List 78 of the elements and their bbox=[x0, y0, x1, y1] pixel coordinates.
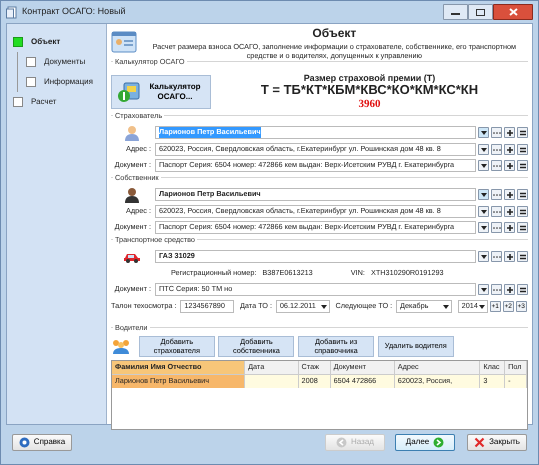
close-button[interactable] bbox=[493, 4, 533, 20]
close-icon bbox=[508, 8, 518, 16]
list-icon bbox=[518, 224, 526, 232]
add-button[interactable] bbox=[504, 144, 515, 156]
plus-icon bbox=[506, 162, 514, 170]
list-button[interactable] bbox=[517, 284, 528, 296]
list-button[interactable] bbox=[517, 251, 528, 262]
list-icon bbox=[518, 128, 526, 137]
calculator-button[interactable]: Калькулятор ОСАГО... bbox=[111, 74, 211, 109]
add-button[interactable] bbox=[504, 127, 515, 138]
more-button[interactable] bbox=[491, 222, 502, 234]
plus-icon bbox=[506, 146, 514, 154]
list-button[interactable] bbox=[517, 160, 528, 172]
person-icon bbox=[124, 124, 140, 141]
dropdown-button[interactable] bbox=[478, 160, 489, 172]
add-button[interactable] bbox=[504, 222, 515, 234]
add-button[interactable] bbox=[504, 160, 515, 172]
caret-icon bbox=[442, 302, 450, 311]
more-button[interactable] bbox=[491, 206, 502, 218]
document-icon bbox=[6, 6, 18, 18]
premium-value: 3960 bbox=[358, 98, 382, 111]
list-icon bbox=[518, 190, 526, 199]
caret-icon bbox=[480, 252, 488, 261]
plus-icon bbox=[506, 128, 514, 137]
list-icon bbox=[518, 146, 526, 154]
page-title: Объект bbox=[311, 25, 358, 42]
help-icon bbox=[18, 436, 30, 448]
dropdown-button[interactable] bbox=[478, 284, 489, 296]
help-button[interactable]: Справка bbox=[12, 434, 72, 450]
list-button[interactable] bbox=[517, 222, 528, 234]
plus-icon bbox=[506, 190, 514, 199]
premium-title: Размер страховой премии (Т) bbox=[302, 72, 436, 84]
caret-icon bbox=[320, 302, 328, 311]
back-button: Назад bbox=[325, 434, 385, 450]
maximize-icon bbox=[476, 8, 485, 16]
step-label[interactable]: Объект bbox=[31, 36, 60, 48]
plus-icon bbox=[506, 252, 514, 261]
add-button[interactable] bbox=[504, 206, 515, 218]
person-icon bbox=[124, 186, 140, 203]
close-icon bbox=[474, 436, 486, 448]
add-button[interactable] bbox=[504, 251, 515, 262]
more-button[interactable] bbox=[491, 144, 502, 156]
window-title: Контракт ОСАГО: Новый bbox=[22, 5, 126, 18]
add-button[interactable] bbox=[504, 189, 515, 200]
list-button[interactable] bbox=[517, 189, 528, 200]
step-label[interactable]: Расчет bbox=[31, 96, 56, 108]
maximize-button[interactable] bbox=[468, 4, 493, 20]
more-button[interactable] bbox=[491, 127, 502, 138]
list-icon bbox=[518, 162, 526, 170]
calculator-icon bbox=[116, 80, 140, 103]
list-icon bbox=[518, 208, 526, 216]
dropdown-button[interactable] bbox=[478, 251, 489, 262]
more-button[interactable] bbox=[491, 284, 502, 296]
list-button[interactable] bbox=[517, 144, 528, 156]
close-dialog-button[interactable]: Закрыть bbox=[467, 434, 527, 450]
dropdown-button[interactable] bbox=[478, 189, 489, 200]
dropdown-button[interactable] bbox=[478, 127, 489, 138]
plus-icon bbox=[506, 224, 514, 232]
next-button[interactable]: Далее bbox=[395, 434, 455, 450]
add-button[interactable] bbox=[504, 284, 515, 296]
dropdown-button[interactable] bbox=[478, 222, 489, 234]
plus-icon bbox=[506, 286, 514, 294]
more-button[interactable] bbox=[491, 189, 502, 200]
more-button[interactable] bbox=[491, 251, 502, 262]
list-button[interactable] bbox=[517, 127, 528, 138]
form-icon bbox=[111, 30, 137, 54]
step-label[interactable]: Документы bbox=[44, 56, 86, 68]
more-button[interactable] bbox=[491, 160, 502, 172]
list-button[interactable] bbox=[517, 206, 528, 218]
minimize-button[interactable] bbox=[443, 4, 468, 20]
premium-formula: Т = ТБ*КТ*КБМ*КВС*КО*КМ*КС*КН bbox=[260, 83, 480, 98]
dropdown-button[interactable] bbox=[478, 206, 489, 218]
list-icon bbox=[518, 252, 526, 261]
step-label[interactable]: Информация bbox=[44, 76, 93, 88]
dropdown-button[interactable] bbox=[478, 144, 489, 156]
list-icon bbox=[518, 286, 526, 294]
plus-icon bbox=[506, 208, 514, 216]
people-icon bbox=[111, 338, 131, 354]
